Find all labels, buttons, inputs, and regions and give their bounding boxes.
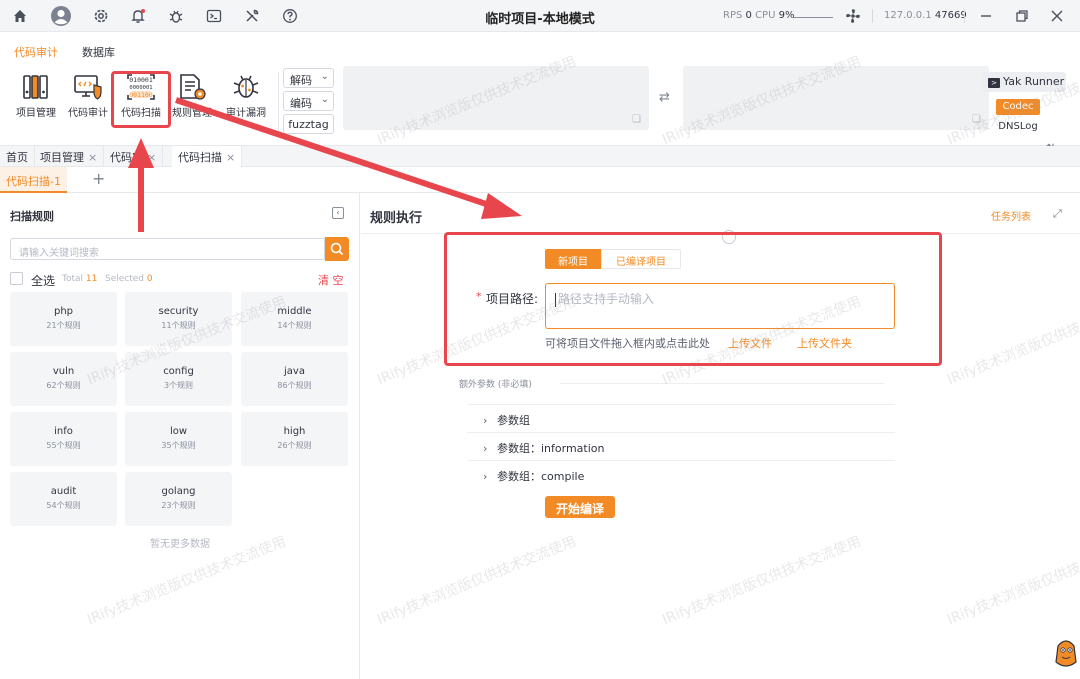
annotation-arrows bbox=[128, 97, 522, 232]
